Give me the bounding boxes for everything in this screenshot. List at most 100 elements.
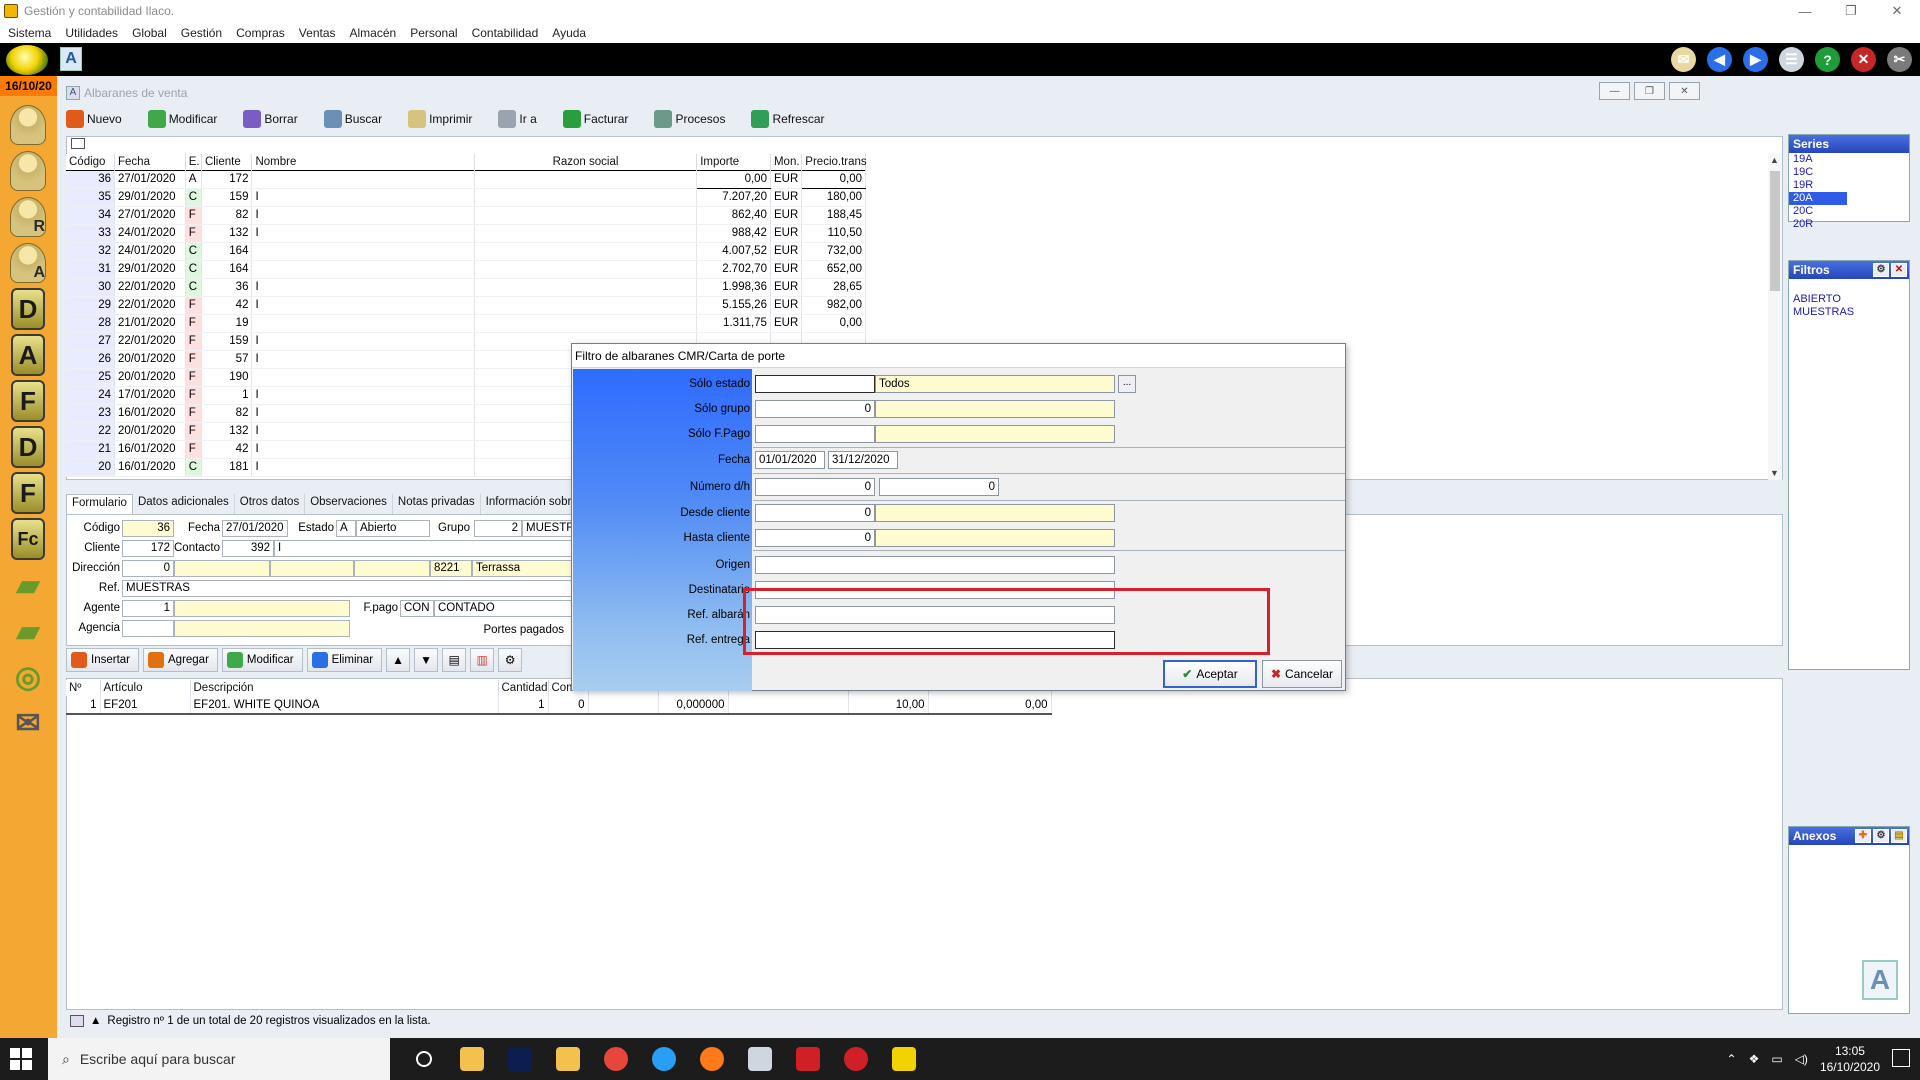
menu-personal[interactable]: Personal <box>410 26 457 40</box>
col-moneda[interactable]: Mon. <box>770 154 803 170</box>
opera-icon[interactable] <box>832 1038 880 1080</box>
list-config-icon[interactable] <box>71 138 85 149</box>
menu-ventas[interactable]: Ventas <box>299 26 336 40</box>
filtro-item[interactable]: MUESTRAS <box>1789 306 1909 319</box>
menu-gestion[interactable]: Gestión <box>181 26 222 40</box>
poblacion-field[interactable]: Terrassa <box>472 560 574 577</box>
move-down-button[interactable]: ▼ <box>414 648 439 672</box>
solo-fpago-field[interactable] <box>755 425 875 443</box>
menu-ayuda[interactable]: Ayuda <box>552 26 586 40</box>
menu-compras[interactable]: Compras <box>236 26 285 40</box>
imprimir-button[interactable]: Imprimir <box>408 107 472 131</box>
agregar-button[interactable]: Agregar <box>143 648 218 672</box>
col-estado[interactable]: E. <box>185 154 202 170</box>
help-icon[interactable]: ? <box>1815 47 1840 72</box>
col-importe[interactable]: Importe <box>696 154 771 170</box>
scrollbar-thumb[interactable] <box>1770 171 1780 291</box>
eliminar-button[interactable]: Eliminar <box>306 648 383 672</box>
windows-start-icon[interactable] <box>10 1048 32 1070</box>
notifications-icon[interactable] <box>1892 1049 1910 1067</box>
menu-global[interactable]: Global <box>132 26 167 40</box>
file-explorer-icon[interactable] <box>448 1038 496 1080</box>
move-up-button[interactable]: ▲ <box>386 648 411 672</box>
tools-icon[interactable]: ✂ <box>1887 47 1912 72</box>
ref-field[interactable]: MUESTRAS <box>122 580 574 597</box>
product-box-icon[interactable]: ▰ <box>6 562 50 608</box>
clock[interactable]: 13:05 16/10/2020 <box>1820 1043 1880 1075</box>
menu-almacen[interactable]: Almacén <box>350 26 397 40</box>
table-row[interactable]: 29 22/01/2020 F 42 I 5.155,26 EUR 982,00 <box>66 296 866 315</box>
borrar-button[interactable]: Borrar <box>243 107 298 131</box>
agencia-field[interactable] <box>122 620 174 637</box>
restore-button[interactable]: ❐ <box>1828 0 1874 22</box>
letter-fc-icon[interactable]: Fc <box>6 516 50 562</box>
numero-desde-field[interactable]: 0 <box>755 478 875 496</box>
table-row[interactable]: 33 24/01/2020 F 132 I 988,42 EUR 110,50 <box>66 224 866 243</box>
clients-icon[interactable] <box>6 102 50 148</box>
table-row[interactable]: 31 29/01/2020 C 164 2.702,70 EUR 652,00 <box>66 260 866 279</box>
volume-icon[interactable]: ◁) <box>1795 1052 1808 1066</box>
disc-icon[interactable]: ◎ <box>6 654 50 700</box>
col-cliente[interactable]: Cliente <box>201 154 253 170</box>
tab-datos-adicionales[interactable]: Datos adicionales <box>133 494 235 514</box>
grupo-field[interactable]: MUESTRA <box>522 520 574 537</box>
menu-contabilidad[interactable]: Contabilidad <box>472 26 539 40</box>
tray-chevron-icon[interactable]: ⌃ <box>1727 1052 1737 1066</box>
tab-formulario[interactable]: Formulario <box>66 494 133 514</box>
letter-f-icon[interactable]: F <box>6 378 50 424</box>
modificar-button[interactable]: Modificar <box>147 107 217 131</box>
col-fecha[interactable]: Fecha <box>114 154 186 170</box>
ir-a-button[interactable]: Ir a <box>498 107 537 131</box>
scroll-down-icon[interactable]: ▼ <box>1770 468 1779 478</box>
box-icon[interactable]: ▰ <box>6 608 50 654</box>
hasta-cliente-name-field[interactable] <box>875 529 1115 547</box>
mail-icon[interactable]: ✉ <box>1671 47 1696 72</box>
series-item[interactable]: 20R <box>1789 218 1909 231</box>
tab-otros-datos[interactable]: Otros datos <box>235 494 306 514</box>
rx-icon[interactable] <box>784 1038 832 1080</box>
table-row[interactable]: 36 27/01/2020 A 172 0,00 EUR 0,00 <box>66 170 866 189</box>
cliente-field[interactable]: 172 <box>122 540 174 557</box>
fecha-hasta-field[interactable]: 31/12/2020 <box>828 451 898 469</box>
col-n[interactable]: Nº <box>66 680 101 696</box>
table-row[interactable]: 32 24/01/2020 C 164 4.007,52 EUR 732,00 <box>66 242 866 261</box>
direccion-extra2-field[interactable] <box>354 560 430 577</box>
filtro-item[interactable]: ABIERTO <box>1789 293 1909 306</box>
photoshop-icon[interactable] <box>496 1038 544 1080</box>
subwindow-maximize-button[interactable]: ❐ <box>1634 82 1665 100</box>
document-button[interactable]: ▤ <box>442 648 467 672</box>
representatives-icon[interactable]: R <box>6 194 50 240</box>
anexos-folder-icon[interactable]: ▤ <box>1891 829 1907 843</box>
letter-a-icon[interactable]: A <box>6 332 50 378</box>
codigo-field[interactable]: 36 <box>122 520 174 537</box>
forward-icon[interactable]: ▶ <box>1743 47 1768 72</box>
estado-lookup-button[interactable]: ... <box>1118 375 1136 393</box>
col-cantidad[interactable]: Cantidad <box>498 680 549 696</box>
app-globe-icon[interactable] <box>6 45 48 75</box>
edge-icon[interactable] <box>640 1038 688 1080</box>
contacto-name-field[interactable]: I <box>274 540 574 557</box>
close-app-icon[interactable]: ✕ <box>1851 47 1876 72</box>
agents-icon[interactable]: A <box>6 240 50 286</box>
folder-icon[interactable] <box>544 1038 592 1080</box>
dropbox-icon[interactable]: ❖ <box>1749 1052 1760 1066</box>
tab-observaciones[interactable]: Observaciones <box>305 494 393 514</box>
series-item[interactable]: 19A <box>1789 153 1909 166</box>
subwindow-close-button[interactable]: ✕ <box>1669 82 1700 100</box>
scroll-up-icon[interactable]: ▲ <box>1770 155 1779 165</box>
menu-utilidades[interactable]: Utilidades <box>65 26 118 40</box>
a-logo-button[interactable]: A <box>60 47 82 71</box>
col-nombre[interactable]: Nombre <box>251 154 475 170</box>
taskbar-search[interactable]: ⌕ Escribe aquí para buscar <box>48 1038 390 1080</box>
letter-d-icon[interactable]: D <box>6 286 50 332</box>
subwindow-minimize-button[interactable]: — <box>1599 82 1630 100</box>
col-precio-trans[interactable]: Precio.trans <box>801 154 867 170</box>
envelope-icon[interactable]: ✉ <box>6 700 50 746</box>
desde-cliente-field[interactable]: 0 <box>755 504 875 522</box>
fpago-code-field[interactable]: CON <box>400 600 434 617</box>
solo-estado-field[interactable]: Todos <box>875 375 1115 393</box>
facturar-button[interactable]: Facturar <box>562 107 628 131</box>
col-articulo[interactable]: Artículo <box>100 680 191 696</box>
network-icon[interactable]: ▭ <box>1771 1052 1782 1066</box>
list-icon[interactable]: ☰ <box>1779 47 1804 72</box>
